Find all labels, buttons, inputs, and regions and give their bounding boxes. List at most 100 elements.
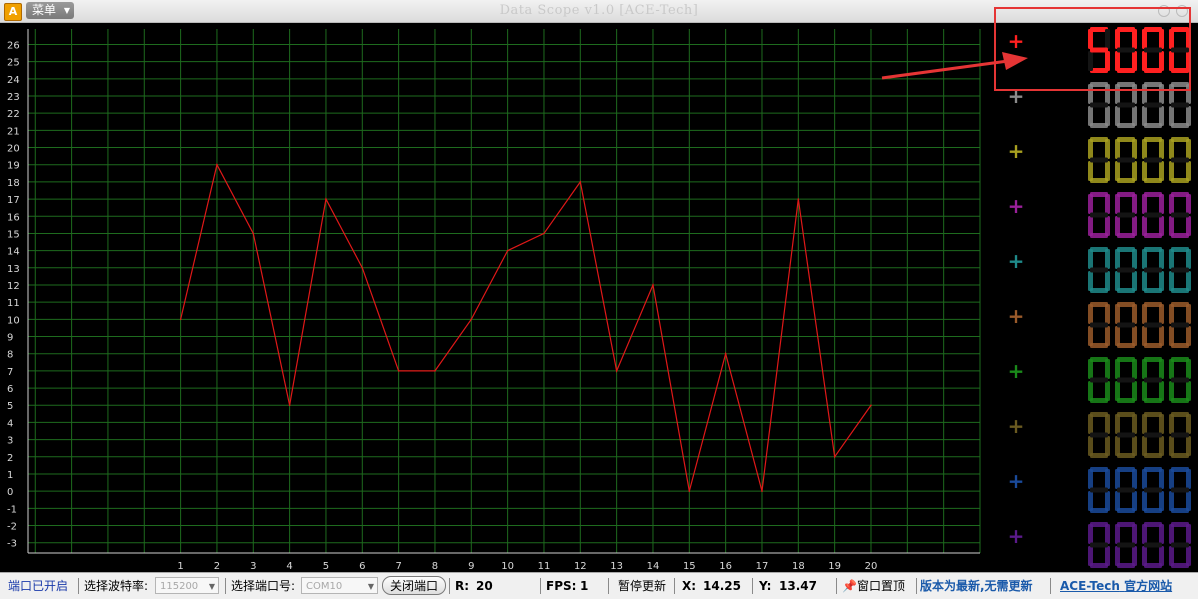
y-tick-label: 9 <box>7 333 13 344</box>
separator <box>836 578 837 594</box>
segment <box>1169 469 1174 489</box>
seven-segment-digit <box>1115 357 1137 403</box>
seven-segment-digit <box>1169 192 1191 238</box>
version-message: 版本为最新,无需更新 <box>920 579 1033 593</box>
x-tick-label: 1 <box>177 561 183 571</box>
y-tick-label: 19 <box>7 161 20 172</box>
segment <box>1142 161 1147 181</box>
close-port-button[interactable]: 关闭端口 <box>382 576 446 595</box>
segment <box>1088 194 1093 214</box>
x-tick-label: 5 <box>323 561 329 571</box>
add-channel-icon[interactable]: + <box>1008 469 1025 493</box>
segment <box>1171 377 1189 383</box>
segment <box>1088 326 1093 346</box>
segment <box>1088 304 1093 324</box>
segment <box>1090 322 1108 328</box>
segment <box>1142 194 1147 214</box>
pin-top-button[interactable]: 📌窗口置顶 <box>842 573 916 599</box>
seven-segment-digit <box>1142 467 1164 513</box>
segment <box>1115 106 1120 126</box>
segment <box>1186 469 1191 489</box>
seven-segment-digit <box>1142 412 1164 458</box>
segment <box>1090 432 1108 438</box>
x-tick-label: 2 <box>214 561 220 571</box>
segment <box>1169 359 1174 379</box>
add-channel-icon[interactable]: + <box>1008 304 1025 328</box>
y-tick-label: 4 <box>7 418 13 429</box>
data-point <box>179 318 182 321</box>
port-number-select[interactable]: COM10 ▼ <box>301 577 378 594</box>
channel-row: + <box>1008 522 1191 568</box>
segment <box>1115 469 1120 489</box>
segment <box>1132 139 1137 159</box>
segment <box>1142 491 1147 511</box>
segment <box>1088 546 1093 566</box>
segment <box>1115 271 1120 291</box>
segment <box>1117 157 1135 163</box>
segment <box>1088 161 1093 181</box>
segment <box>1142 524 1147 544</box>
segment <box>1142 139 1147 159</box>
baud-rate-select[interactable]: 115200 ▼ <box>155 577 219 594</box>
arrow-annotation <box>881 52 1028 80</box>
website-link-suffix: 官方网站 <box>1124 579 1173 593</box>
segment <box>1144 377 1162 383</box>
port-number-value: COM10 <box>306 581 343 592</box>
x-tick-label: 19 <box>828 561 841 571</box>
website-link[interactable]: ACE-Tech 官方网站 <box>1060 573 1172 599</box>
add-channel-icon[interactable]: + <box>1008 249 1025 273</box>
scope-plot-area[interactable]: 26 25 24 23 22 21 20 19 18 17 16 15 14 13 12 11 10 9 8 7 6 5 4… <box>0 23 988 572</box>
segment <box>1142 469 1147 489</box>
segment <box>1088 106 1093 126</box>
segment <box>1144 212 1162 218</box>
data-point <box>688 490 691 492</box>
segment <box>1169 139 1174 159</box>
add-channel-icon[interactable]: + <box>1008 414 1025 438</box>
add-channel-icon[interactable]: + <box>1008 359 1025 383</box>
data-point <box>252 232 255 235</box>
segment <box>1132 469 1137 489</box>
segment <box>1115 359 1120 379</box>
data-point <box>506 249 509 252</box>
data-point <box>652 284 654 286</box>
cursor-y-label: Y: <box>759 579 772 593</box>
seven-segment-digit <box>1088 247 1110 293</box>
add-channel-icon[interactable]: + <box>1008 524 1025 548</box>
segment <box>1159 414 1164 434</box>
segment <box>1090 377 1108 383</box>
seven-segment-digit <box>1142 247 1164 293</box>
segment <box>1088 381 1093 401</box>
segment <box>1105 359 1110 379</box>
segment <box>1115 139 1120 159</box>
segment <box>1169 271 1174 291</box>
segment <box>1186 414 1191 434</box>
x-tick-label: 4 <box>286 561 292 571</box>
segment <box>1132 194 1137 214</box>
segment <box>1171 102 1189 108</box>
channel-row: + <box>1008 467 1191 513</box>
data-point <box>470 318 473 321</box>
segment <box>1132 249 1137 269</box>
separator <box>540 578 541 594</box>
segment <box>1090 102 1108 108</box>
segment <box>1132 524 1137 544</box>
pin-top-label: 窗口置顶 <box>856 579 905 593</box>
y-tick-label: 1 <box>7 470 13 481</box>
x-tick-label: 14 <box>647 561 660 571</box>
segment <box>1105 139 1110 159</box>
segment <box>1169 436 1174 456</box>
fps-label: FPS: <box>546 579 577 593</box>
y-tick-label: 5 <box>7 401 13 412</box>
y-tick-label: 26 <box>7 40 20 51</box>
data-point <box>543 232 545 235</box>
x-tick-label: 9 <box>468 561 474 571</box>
channel-panel: + + + + + + + + + + <box>988 23 1198 571</box>
add-channel-icon[interactable]: + <box>1008 194 1025 218</box>
seven-segment-digit <box>1088 192 1110 238</box>
pause-update-button[interactable]: 暂停更新 <box>618 573 666 599</box>
y-tick-label: 20 <box>7 144 20 155</box>
y-tick-label: 16 <box>7 212 20 223</box>
seven-segment-digit <box>1142 192 1164 238</box>
fps-value: 1 <box>580 579 589 593</box>
add-channel-icon[interactable]: + <box>1008 139 1025 163</box>
